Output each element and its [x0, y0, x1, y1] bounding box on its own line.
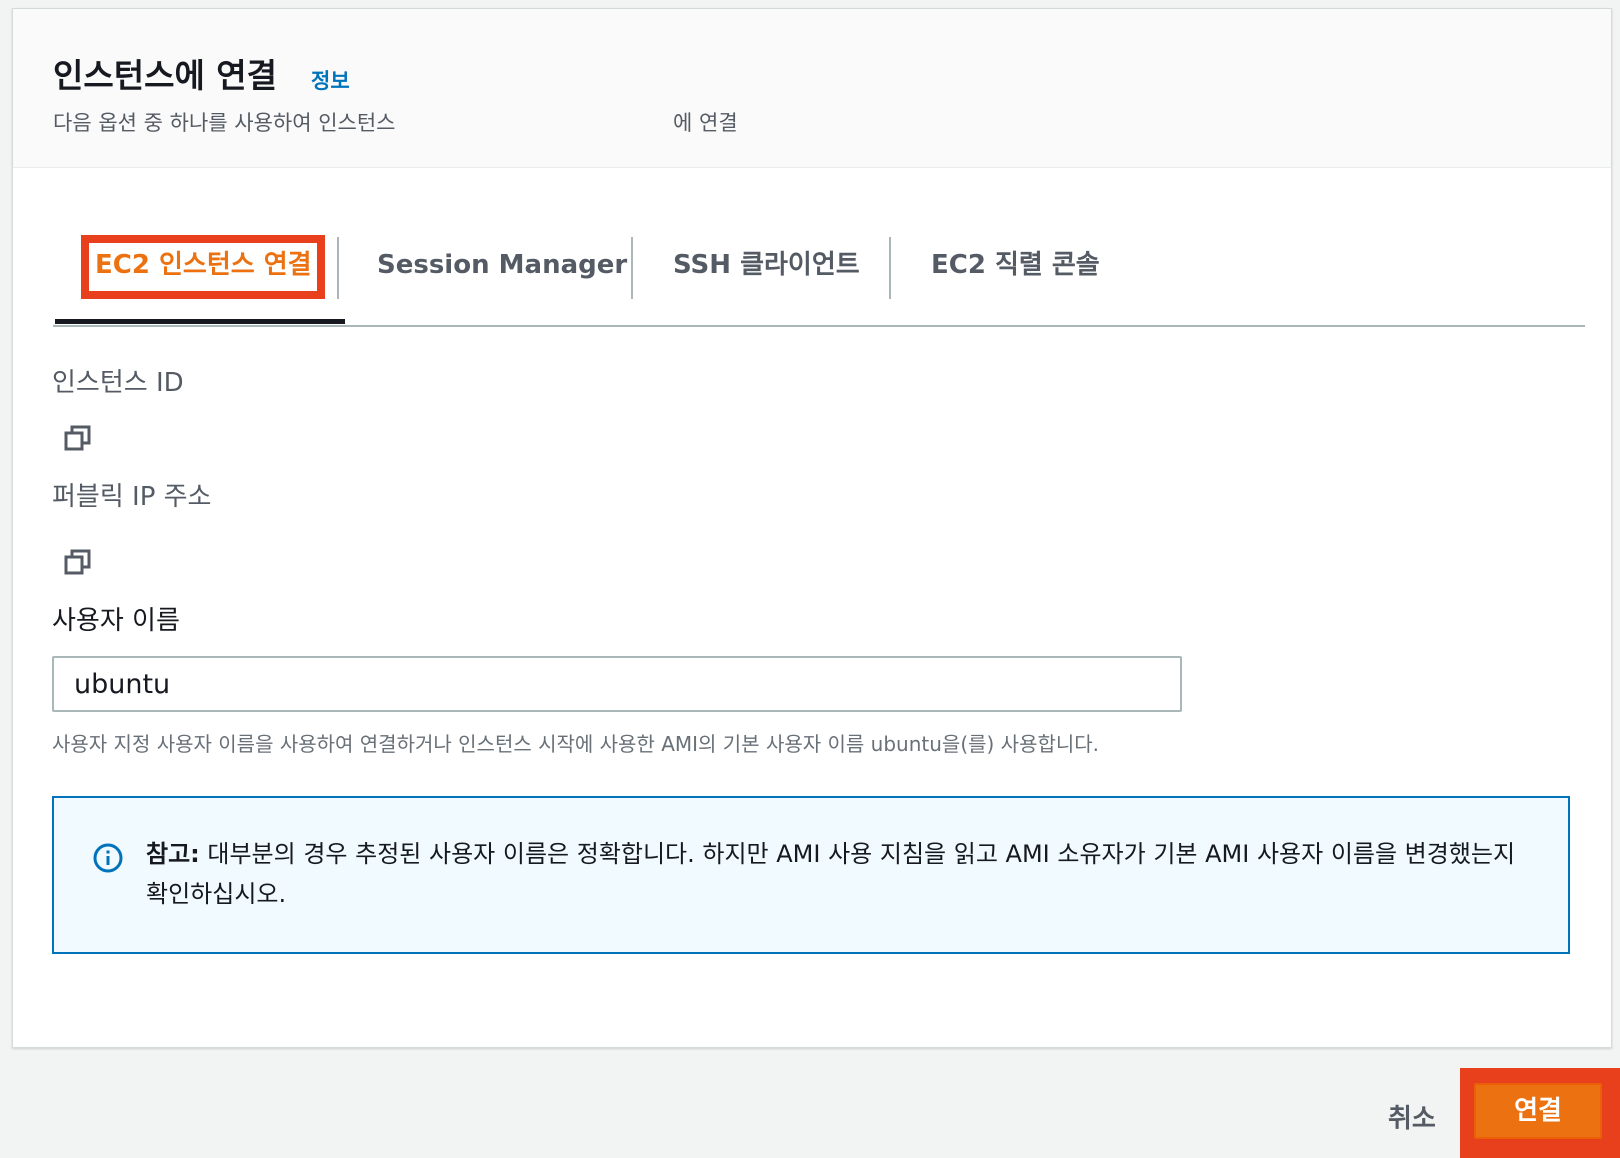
panel-header: 인스턴스에 연결 정보 다음 옵션 중 하나를 사용하여 인스턴스 에 연결: [13, 9, 1611, 168]
tab-ec2-serial-console[interactable]: EC2 직렬 콘솔: [931, 235, 1100, 295]
alert-prefix: 참고:: [146, 840, 200, 868]
info-icon: [92, 842, 124, 874]
alert-body: 대부분의 경우 추정된 사용자 이름은 정확합니다. 하지만 AMI 사용 지침…: [146, 840, 1516, 908]
tab-separator: [337, 237, 339, 299]
username-hint: 사용자 지정 사용자 이름을 사용하여 연결하거나 인스턴스 시작에 사용한 A…: [52, 732, 1100, 756]
tab-separator: [631, 237, 633, 299]
active-tab-indicator: [55, 319, 345, 324]
public-ip-label: 퍼블릭 IP 주소: [52, 482, 212, 512]
cancel-button[interactable]: 취소: [1388, 1098, 1436, 1135]
alert-message: 참고: 대부분의 경우 추정된 사용자 이름은 정확합니다. 하지만 AMI 사…: [146, 834, 1526, 914]
page-subtitle-suffix: 에 연결: [673, 111, 738, 135]
username-label: 사용자 이름: [52, 606, 180, 636]
info-link[interactable]: 정보: [311, 65, 350, 95]
tab-ec2-instance-connect[interactable]: EC2 인스턴스 연결: [95, 235, 312, 295]
page-subtitle: 다음 옵션 중 하나를 사용하여 인스턴스: [53, 111, 396, 135]
tab-ssh-client[interactable]: SSH 클라이언트: [673, 235, 860, 295]
username-input[interactable]: [52, 656, 1182, 712]
copy-icon[interactable]: [64, 548, 92, 576]
instance-id-label: 인스턴스 ID: [52, 368, 184, 398]
tab-session-manager[interactable]: Session Manager: [377, 235, 627, 295]
copy-icon[interactable]: [64, 424, 92, 452]
info-alert: 참고: 대부분의 경우 추정된 사용자 이름은 정확합니다. 하지만 AMI 사…: [52, 796, 1570, 954]
tab-separator: [889, 237, 891, 299]
connect-button[interactable]: 연결: [1474, 1083, 1602, 1139]
page-title: 인스턴스에 연결: [53, 56, 278, 95]
connection-method-tabs: EC2 인스턴스 연결 Session Manager SSH 클라이언트 EC…: [53, 205, 1585, 327]
